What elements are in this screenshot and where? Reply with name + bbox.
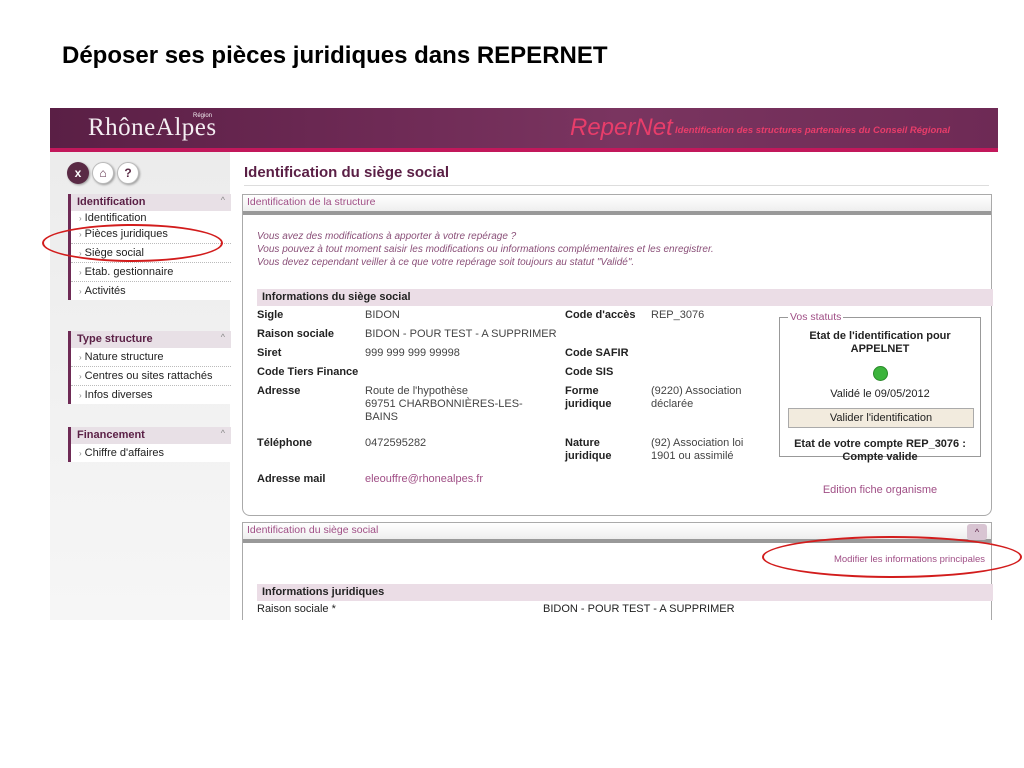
nav-section-type-structure: Type structure ^ › Nature structure › Centr… (68, 331, 231, 404)
sidebar-item-etab-gestionnaire[interactable]: › Etab. gestionnaire (71, 263, 231, 282)
title-divider (244, 185, 989, 186)
raison-sociale-value: BIDON - POUR TEST - A SUPPRIMER (365, 328, 557, 340)
forme-juridique-value: (9220) Association (651, 385, 742, 397)
brand-logo-super: Région (193, 113, 213, 119)
intro-line: Vous devez cependant veiller à ce que vo… (257, 257, 635, 268)
nature-juridique-label: juridique (565, 450, 612, 462)
page-title: Identification du siège social (244, 164, 450, 181)
valider-identification-button[interactable]: Valider l'identification (788, 408, 974, 428)
code-sis-label: Code SIS (565, 366, 614, 378)
sigle-value: BIDON (365, 309, 400, 321)
raison-sociale-label: Raison sociale * (257, 603, 336, 615)
code-safir-label: Code SAFIR (565, 347, 629, 359)
close-button[interactable]: x (67, 162, 89, 184)
section-header: Informations juridiques (257, 584, 993, 601)
bullet-icon: › (79, 353, 82, 362)
bullet-icon: › (79, 214, 82, 223)
code-tiers-label: Code Tiers Finance (257, 366, 359, 378)
status-valide-date: Validé le 09/05/2012 (830, 388, 930, 400)
nav-section-header[interactable]: Type structure ^ (71, 331, 231, 348)
nav-section-header[interactable]: Financement ^ (71, 427, 231, 444)
adresse-line: BAINS (365, 411, 399, 423)
mail-link[interactable]: eleouffre@rhonealpes.fr (365, 473, 483, 486)
chevron-up-icon[interactable]: ^ (221, 195, 225, 205)
help-button[interactable]: ? (117, 162, 139, 184)
raison-sociale-label: Raison sociale (257, 328, 335, 340)
slide-title: Déposer ses pièces juridiques dans REPER… (62, 42, 608, 69)
bullet-icon: › (79, 268, 82, 277)
raison-sociale-value: BIDON - POUR TEST - A SUPPRIMER (543, 603, 735, 615)
status-legend: Vos statuts (788, 311, 844, 323)
edition-fiche-link[interactable]: Edition fiche organisme (770, 484, 990, 496)
status-box: Vos statuts Etat de l'identification pou… (779, 311, 981, 496)
nature-juridique-value: (92) Association loi (651, 437, 744, 449)
telephone-value: 0472595282 (365, 437, 427, 449)
adresse-line: 69751 CHARBONNIÈRES-LES- (365, 398, 523, 410)
status-etat-text: APPELNET (850, 343, 910, 355)
compte-status-text: Etat de votre compte REP_3076 : (794, 438, 966, 450)
chevron-up-icon[interactable]: ^ (221, 428, 225, 438)
intro-line: Vous avez des modifications à apporter à… (257, 231, 517, 242)
forme-juridique-label: Forme (565, 385, 599, 397)
compte-status-text: Compte valide (842, 451, 918, 463)
mail-label: Adresse mail (257, 473, 326, 485)
forme-juridique-value: déclarée (651, 398, 694, 410)
intro-line: Vous pouvez à tout moment saisir les mod… (257, 244, 714, 255)
panel-identification-structure: Identification de la structure Vous avez… (242, 194, 993, 516)
highlight-oval-modifier-link (762, 536, 1022, 578)
section-header: Informations du siège social (257, 289, 993, 306)
nature-juridique-value: 1901 ou assimilé (651, 450, 734, 462)
nav-section-header[interactable]: Identification ^ (71, 194, 231, 211)
siret-value: 999 999 999 99998 (365, 347, 460, 359)
telephone-label: Téléphone (257, 437, 313, 449)
panel-header: Identification de la structure (243, 195, 991, 215)
home-button[interactable]: ⌂ (92, 162, 114, 184)
sidebar-item-infos-diverses[interactable]: › Infos diverses (71, 386, 231, 404)
forme-juridique-label: juridique (565, 398, 612, 410)
bullet-icon: › (79, 287, 82, 296)
adresse-label: Adresse (257, 385, 301, 397)
bullet-icon: › (79, 372, 82, 381)
app-subtitle: Identification des structures partenaire… (675, 125, 951, 136)
bullet-icon: › (79, 449, 82, 458)
sidebar-item-chiffre-affaires[interactable]: › Chiffre d'affaires (71, 444, 231, 462)
status-ok-icon (873, 366, 888, 381)
highlight-oval-pieces-juridiques (42, 224, 223, 262)
chevron-up-icon[interactable]: ^ (221, 332, 225, 342)
siret-label: Siret (257, 347, 282, 359)
sidebar: x ⌂ ? Identification ^ › Identification › P… (50, 152, 231, 620)
nav-section-financement: Financement ^ › Chiffre d'affaires (68, 427, 231, 462)
status-etat-text: Etat de l'identification pour (809, 330, 951, 342)
collapse-icon[interactable]: ^ (967, 524, 987, 540)
sigle-label: Sigle (257, 309, 284, 321)
app-name: ReperNet (570, 114, 673, 141)
sidebar-item-nature-structure[interactable]: › Nature structure (71, 348, 231, 367)
header-banner: RhôneAlpes Région ReperNet Identificatio… (50, 108, 998, 148)
code-acces-label: Code d'accès (565, 309, 636, 321)
code-acces-value: REP_3076 (651, 309, 705, 321)
sidebar-item-identification[interactable]: › Identification (71, 211, 231, 225)
adresse-line: Route de l'hypothèse (365, 385, 469, 397)
nature-juridique-label: Nature (565, 437, 600, 449)
sidebar-item-centres-sites[interactable]: › Centres ou sites rattachés (71, 367, 231, 386)
bullet-icon: › (79, 391, 82, 400)
sidebar-item-activites[interactable]: › Activités (71, 282, 231, 300)
